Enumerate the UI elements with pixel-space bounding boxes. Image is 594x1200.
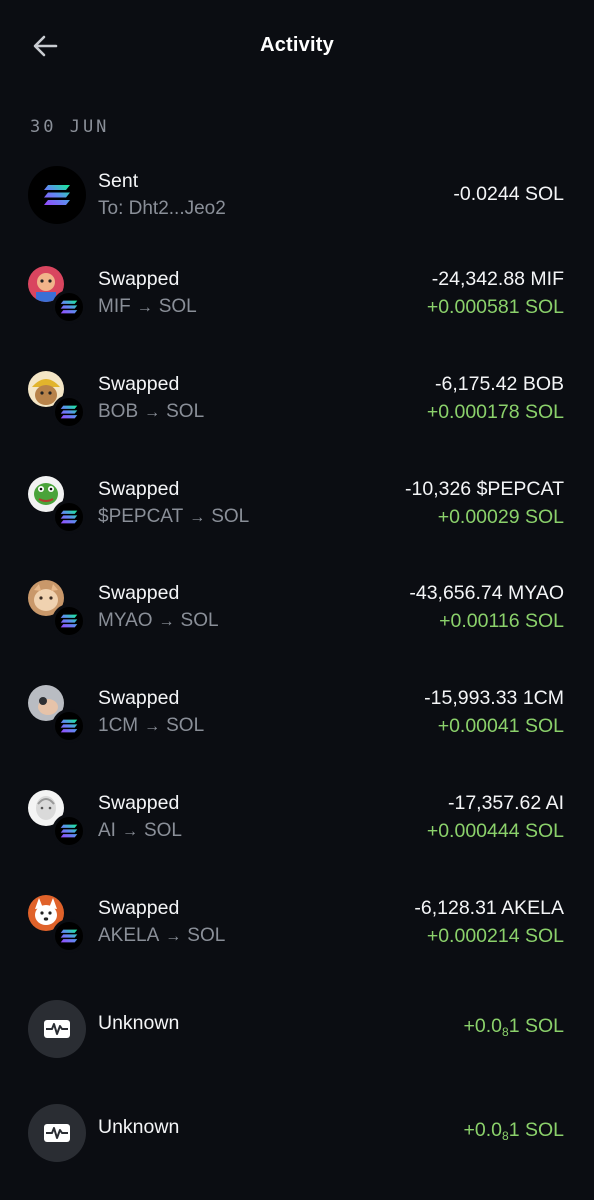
solana-icon xyxy=(52,290,86,324)
arrow-right-icon: → xyxy=(189,508,206,526)
activity-row-unknown[interactable]: Unknown +0.081 SOL xyxy=(0,978,594,1083)
to-token: SOL xyxy=(187,924,226,946)
amount-out: -6,128.31 AKELA xyxy=(414,896,564,919)
arrow-right-icon: → xyxy=(165,927,182,945)
row-pair: MYAO → SOL xyxy=(98,610,219,632)
activity-row-unknown[interactable]: Unknown +0.081 SOL xyxy=(0,1082,594,1187)
swap-avatar xyxy=(28,894,86,953)
amount-in: +0.00029 SOL xyxy=(437,505,564,528)
row-label: Unknown xyxy=(98,1116,180,1139)
swap-avatar xyxy=(28,789,86,848)
row-pair: AKELA → SOL xyxy=(98,925,225,947)
amount-suffix: 1 SOL xyxy=(508,1119,564,1142)
activity-row-swap[interactable]: Swapped MIF → SOL -24,342.88 MIF +0.000581… xyxy=(0,244,594,349)
row-amount: -0.0244 SOL xyxy=(453,183,564,205)
amount-in: +0.000444 SOL xyxy=(426,819,564,842)
amount-in: +0.00041 SOL xyxy=(437,715,564,738)
solana-icon xyxy=(52,918,86,953)
to-token: SOL xyxy=(211,505,250,527)
activity-pulse-icon xyxy=(28,1104,86,1163)
row-label: Swapped xyxy=(98,268,180,290)
solana-icon xyxy=(52,604,86,639)
row-pair: $PEPCAT → SOL xyxy=(98,506,249,528)
activity-row-sent[interactable]: Sent To: Dht2...Jeo2 -0.0244 SOL xyxy=(0,146,594,244)
row-label: Swapped xyxy=(98,582,180,605)
solana-icon xyxy=(52,394,86,429)
to-token: SOL xyxy=(180,610,219,632)
amount-prefix: +0.0 xyxy=(463,1119,503,1142)
from-token: AKELA xyxy=(98,924,160,946)
row-pair: AI → SOL xyxy=(98,820,182,842)
row-label: Swapped xyxy=(98,372,180,395)
header: Activity xyxy=(0,0,594,92)
arrow-right-icon: → xyxy=(121,822,138,840)
arrow-right-icon: → xyxy=(144,718,161,736)
swap-avatar xyxy=(28,685,86,744)
activity-row-swap[interactable]: Swapped $PEPCAT → SOL -10,326 $PEPCAT +0.0… xyxy=(0,454,594,559)
row-pair: MIF → SOL xyxy=(98,296,197,318)
solana-icon xyxy=(52,813,86,848)
row-label: Unknown xyxy=(98,1011,180,1034)
swap-avatar xyxy=(28,266,86,324)
row-pair: BOB → SOL xyxy=(98,401,204,423)
unknown-avatar xyxy=(28,1104,86,1163)
from-token: MYAO xyxy=(98,610,153,632)
row-pair: 1CM → SOL xyxy=(98,715,204,737)
amount-out: -10,326 $PEPCAT xyxy=(405,477,564,500)
arrow-right-icon: → xyxy=(158,613,175,631)
amount-out: -24,342.88 MIF xyxy=(431,268,564,290)
solana-icon xyxy=(28,166,86,224)
from-token: MIF xyxy=(98,296,131,317)
amount-in: +0.00116 SOL xyxy=(439,610,564,633)
amount-subscript: 8 xyxy=(502,1129,509,1144)
from-token: AI xyxy=(98,819,116,841)
amount-out: -43,656.74 MYAO xyxy=(409,582,564,605)
from-token: 1CM xyxy=(98,715,139,737)
row-label: Sent xyxy=(98,170,139,192)
row-label: Swapped xyxy=(98,687,180,710)
row-label: Swapped xyxy=(98,477,180,500)
amount-subscript: 8 xyxy=(502,1024,509,1039)
row-label: Swapped xyxy=(98,791,180,814)
solana-icon xyxy=(52,709,86,744)
amount-out: -17,357.62 AI xyxy=(447,791,564,814)
from-token: BOB xyxy=(98,400,139,422)
amount-in: +0.000178 SOL xyxy=(426,400,564,423)
swap-avatar xyxy=(28,475,86,534)
amount-out: -6,175.42 BOB xyxy=(435,372,564,395)
activity-row-swap[interactable]: Swapped BOB → SOL -6,175.42 BOB +0.000178 … xyxy=(0,349,594,454)
arrow-right-icon: → xyxy=(144,403,161,421)
sol-token-avatar xyxy=(28,166,86,224)
row-amount: +0.081 SOL xyxy=(464,1015,564,1039)
from-token: $PEPCAT xyxy=(98,505,184,527)
page-title: Activity xyxy=(260,34,334,56)
date-heading: 30 JUN xyxy=(30,117,110,137)
amount-suffix: 1 SOL xyxy=(508,1014,564,1037)
amount-out: -15,993.33 1CM xyxy=(424,687,564,710)
amount-prefix: +0.0 xyxy=(463,1014,503,1037)
amount-in: +0.000214 SOL xyxy=(426,924,564,947)
activity-row-swap[interactable]: Swapped AKELA → SOL -6,128.31 AKELA +0.000… xyxy=(0,873,594,978)
to-token: SOL xyxy=(158,296,197,317)
unknown-avatar xyxy=(28,999,86,1058)
row-amount: +0.081 SOL xyxy=(464,1119,564,1143)
activity-pulse-icon xyxy=(28,999,86,1058)
to-token: SOL xyxy=(166,715,205,737)
to-token: SOL xyxy=(143,819,182,841)
swap-avatar xyxy=(28,580,86,639)
row-label: Swapped xyxy=(98,896,180,919)
swap-avatar xyxy=(28,370,86,429)
row-recipient: To: Dht2...Jeo2 xyxy=(98,198,226,219)
activity-list: Sent To: Dht2...Jeo2 -0.0244 SOL Swapped… xyxy=(0,146,594,1187)
activity-row-swap[interactable]: Swapped AI → SOL -17,357.62 AI +0.000444 S… xyxy=(0,768,594,873)
activity-row-swap[interactable]: Swapped MYAO → SOL -43,656.74 MYAO +0.0011… xyxy=(0,558,594,663)
amount-in: +0.000581 SOL xyxy=(426,296,564,318)
activity-row-swap[interactable]: Swapped 1CM → SOL -15,993.33 1CM +0.00041 … xyxy=(0,663,594,768)
to-token: SOL xyxy=(166,400,205,422)
solana-icon xyxy=(52,499,86,534)
arrow-right-icon: → xyxy=(136,299,153,316)
